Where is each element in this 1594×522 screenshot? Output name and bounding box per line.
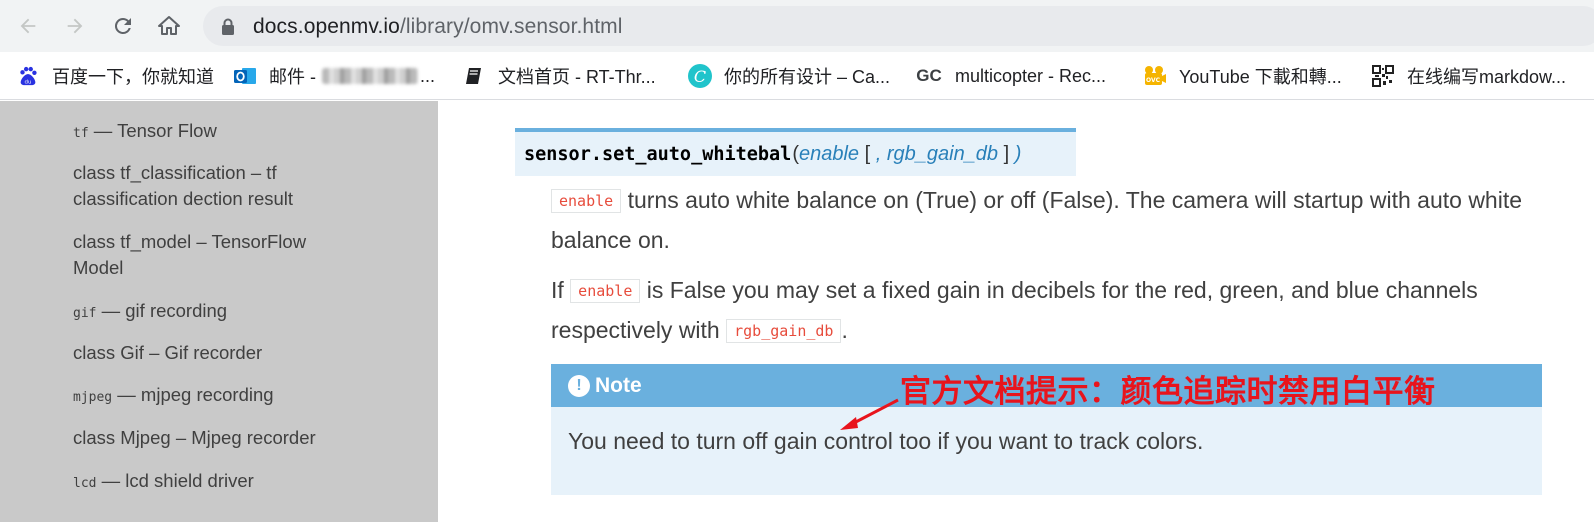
forward-icon <box>67 18 83 34</box>
address-bar[interactable]: docs.openmv.io/library/omv.sensor.html <box>203 6 1594 46</box>
sidebar-item-text: class Gif – Gif recorder <box>73 342 263 363</box>
paren-close: ) <box>1014 142 1022 165</box>
blurred-email <box>322 68 418 84</box>
svg-text:du: du <box>25 79 32 85</box>
baidu-icon: du <box>16 64 40 88</box>
bookmark-rt-thread[interactable]: 文档首页 - RT-Thr... <box>462 63 656 89</box>
sidebar-item-text: class tf_classification – tf classificat… <box>73 162 294 209</box>
sidebar-item-tf-classification[interactable]: class tf_classification – tf classificat… <box>73 160 353 212</box>
sidebar-item-code: mjpeg <box>73 390 113 405</box>
forward-button[interactable] <box>60 11 90 41</box>
param-enable: enable <box>798 142 860 165</box>
back-button[interactable] <box>13 11 43 41</box>
description-paragraph-2: If enable is False you may set a fixed g… <box>551 272 1551 352</box>
bookmark-mail[interactable]: 邮件 - ... <box>233 63 435 89</box>
bracket-close: ] <box>998 142 1015 165</box>
sidebar-item-tf[interactable]: tf — Tensor Flow <box>73 118 353 147</box>
bookmarks-bar: du 百度一下，你就知道 邮件 - ... 文档首页 - RT-Thr... C… <box>0 52 1594 100</box>
bookmark-label: YouTube 下載和轉... <box>1179 67 1342 87</box>
url-text[interactable]: docs.openmv.io/library/omv.sensor.html <box>253 15 623 39</box>
svg-text:OVC: OVC <box>1146 77 1161 84</box>
sidebar-item-gif-class[interactable]: class Gif – Gif recorder <box>73 340 353 366</box>
url-path: /library/omv.sensor.html <box>399 15 623 38</box>
sidebar-item-text: — mjpeg recording <box>112 384 274 405</box>
bracket-open: [ <box>859 142 876 165</box>
literal-rgb-gain-db: rgb_gain_db <box>726 319 842 343</box>
param-rgb-gain-db: rgb_gain_db <box>886 142 999 165</box>
paren-open: ( <box>792 142 799 165</box>
annotation-arrow-icon <box>840 398 899 430</box>
sidebar-item-lcd[interactable]: lcd — lcd shield driver <box>73 468 353 497</box>
sidebar-item-text: — Tensor Flow <box>88 120 217 141</box>
sidebar-item-code: lcd <box>73 476 97 491</box>
sidebar-item-code: tf <box>73 126 89 141</box>
bookmark-label: 百度一下，你就知道 <box>52 67 214 87</box>
exclamation-icon: ! <box>568 374 590 397</box>
sidebar-item-text: — lcd shield driver <box>96 470 254 491</box>
para2-middle: is False you may set a fixed gain in dec… <box>551 277 1478 343</box>
bookmark-baidu[interactable]: du 百度一下，你就知道 <box>16 63 214 89</box>
note-body: You need to turn off gain control too if… <box>568 428 1204 454</box>
literal-enable: enable <box>570 279 641 303</box>
sidebar-item-code: gif <box>73 306 97 321</box>
bookmark-label-prefix: 邮件 - <box>269 67 316 87</box>
function-name: sensor.set_auto_whitebal <box>524 143 792 165</box>
sidebar-item-tf-model[interactable]: class tf_model – TensorFlow Model <box>73 229 353 281</box>
home-icon <box>158 16 180 35</box>
annotation-text: 官方文档提示：颜色追踪时禁用白平衡 <box>900 374 1436 410</box>
gc-icon-text: GC <box>916 66 942 85</box>
bookmark-label: 文档首页 - RT-Thr... <box>498 67 656 87</box>
para2-before: If <box>551 277 571 303</box>
bookmark-multicopter[interactable]: GC multicopter - Rec... <box>915 63 1106 89</box>
back-icon <box>20 18 36 34</box>
outlook-icon <box>233 64 257 88</box>
book-icon <box>462 64 486 88</box>
bookmark-youtube-download[interactable]: OVC YouTube 下載和轉... <box>1143 63 1342 89</box>
svg-text:C: C <box>694 67 706 86</box>
bookmark-label: multicopter - Rec... <box>955 65 1107 86</box>
lock-icon[interactable] <box>221 18 235 35</box>
note-title: Note <box>595 373 642 397</box>
browser-toolbar: docs.openmv.io/library/omv.sensor.html <box>0 0 1594 52</box>
url-host: docs.openmv.io <box>253 15 400 38</box>
sidebar-item-text: — gif recording <box>96 300 228 321</box>
sidebar-item-text: class Mjpeg – Mjpeg recorder <box>73 427 316 448</box>
canva-icon: C <box>688 64 712 88</box>
function-signature: sensor.set_auto_whitebal (enable [ , rgb_… <box>515 128 1076 176</box>
reload-icon <box>114 17 131 34</box>
sidebar-item-mjpeg[interactable]: mjpeg — mjpeg recording <box>73 382 353 411</box>
bookmark-markdown[interactable]: 在线编写markdow... <box>1371 63 1566 89</box>
description-paragraph-1: enable turns auto white balance on (True… <box>551 182 1551 259</box>
bookmark-canva[interactable]: C 你的所有设计 – Ca... <box>688 63 890 89</box>
bookmark-label: 在线编写markdow... <box>1407 67 1567 87</box>
sidebar-item-gif[interactable]: gif — gif recording <box>73 298 353 327</box>
docs-sidebar: tf — Tensor Flow class tf_classification… <box>0 101 438 522</box>
param-comma: , <box>875 142 887 165</box>
video-download-icon: OVC <box>1143 64 1167 88</box>
reload-button[interactable] <box>108 11 138 41</box>
sidebar-item-mjpeg-class[interactable]: class Mjpeg – Mjpeg recorder <box>73 425 353 451</box>
home-button[interactable] <box>154 11 184 41</box>
bookmark-label: 你的所有设计 – Ca... <box>724 67 891 87</box>
bookmark-label-suffix: ... <box>420 65 436 86</box>
literal-enable: enable <box>551 189 622 213</box>
qr-icon <box>1371 64 1395 88</box>
gc-icon: GC <box>915 64 943 88</box>
sidebar-item-text: class tf_model – TensorFlow Model <box>73 231 307 278</box>
para1-text: turns auto white balance on (True) or of… <box>551 187 1523 253</box>
function-params: (enable [ , rgb_gain_db ] ) <box>792 143 1021 166</box>
para2-after: . <box>841 317 848 343</box>
